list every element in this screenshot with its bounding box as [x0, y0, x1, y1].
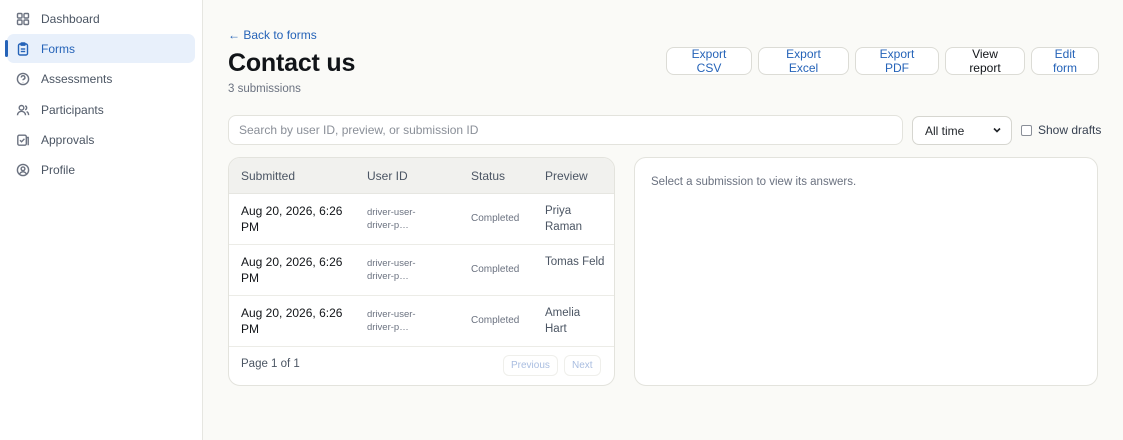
time-range-select[interactable]: All time: [912, 116, 1012, 145]
export-csv-button[interactable]: Export CSV: [666, 47, 752, 75]
submitted-cell: Aug 20, 2026, 6:26 PM: [241, 306, 343, 336]
previous-page-button[interactable]: Previous: [503, 355, 558, 376]
sidebar-item-participants[interactable]: Participants: [7, 95, 195, 124]
submitted-cell: Aug 20, 2026, 6:26 PM: [241, 255, 343, 285]
submission-count: 3 submissions: [228, 83, 301, 95]
sidebar-item-label: Forms: [41, 41, 75, 56]
sidebar-item-approvals[interactable]: Approvals: [7, 126, 195, 155]
submissions-table: Submitted User ID Status Preview Aug 20,…: [228, 157, 615, 386]
sidebar-item-label: Participants: [41, 102, 104, 117]
next-page-button[interactable]: Next: [564, 355, 601, 376]
clipboard-icon: [16, 42, 30, 56]
back-to-forms-link[interactable]: ← Back to forms: [228, 28, 317, 42]
export-pdf-button[interactable]: Export PDF: [855, 47, 939, 75]
page-indicator: Page 1 of 1: [241, 358, 300, 370]
chevron-down-icon: [993, 127, 1001, 133]
user-id-cell: driver-user-driver-p…: [367, 207, 416, 231]
approval-icon: [16, 133, 30, 147]
sidebar-item-forms[interactable]: Forms: [5, 34, 195, 64]
export-excel-button[interactable]: Export Excel: [758, 47, 849, 75]
sidebar-item-dashboard[interactable]: Dashboard: [7, 4, 195, 33]
help-circle-icon: [16, 72, 30, 86]
user-id-cell: driver-user-driver-p…: [367, 258, 416, 282]
grid-icon: [16, 12, 30, 26]
sidebar-item-label: Dashboard: [41, 11, 100, 26]
show-drafts-label: Show drafts: [1038, 123, 1102, 137]
sidebar-item-assessments[interactable]: Assessments: [7, 65, 195, 94]
table-row[interactable]: Aug 20, 2026, 6:26 PM driver-user-driver…: [229, 296, 614, 347]
main-content: ← Back to forms Contact us 3 submissions…: [203, 0, 1123, 440]
table-header: Submitted User ID Status Preview: [229, 158, 614, 194]
preview-cell: Amelia Hart: [545, 307, 581, 335]
pagination: Page 1 of 1 Previous Next: [229, 345, 614, 385]
sidebar: Dashboard Forms Assessments Participants…: [0, 0, 203, 440]
column-header-preview[interactable]: Preview: [545, 169, 588, 183]
empty-state-message: Select a submission to view its answers.: [651, 176, 857, 188]
submission-detail-panel: Select a submission to view its answers.: [634, 157, 1098, 386]
sidebar-item-profile[interactable]: Profile: [7, 156, 195, 185]
column-header-submitted[interactable]: Submitted: [241, 169, 295, 183]
user-circle-icon: [16, 163, 30, 177]
sidebar-item-label: Profile: [41, 163, 76, 178]
page-title: Contact us: [228, 49, 356, 77]
show-drafts-toggle[interactable]: Show drafts: [1021, 123, 1101, 137]
column-header-status[interactable]: Status: [471, 169, 505, 183]
submitted-cell: Aug 20, 2026, 6:26 PM: [241, 204, 343, 234]
users-icon: [16, 103, 30, 117]
sidebar-item-label: Assessments: [41, 72, 113, 87]
preview-cell: Tomas Feld: [545, 256, 605, 268]
status-cell: Completed: [471, 315, 520, 326]
column-header-user-id[interactable]: User ID: [367, 169, 408, 183]
status-cell: Completed: [471, 213, 520, 224]
status-cell: Completed: [471, 264, 520, 275]
table-row[interactable]: Aug 20, 2026, 6:26 PM driver-user-driver…: [229, 245, 614, 296]
user-id-cell: driver-user-driver-p…: [367, 309, 416, 333]
search-input[interactable]: [228, 115, 903, 145]
time-range-value: All time: [925, 123, 965, 138]
table-row[interactable]: Aug 20, 2026, 6:26 PM driver-user-driver…: [229, 194, 614, 245]
show-drafts-checkbox[interactable]: [1021, 124, 1032, 136]
edit-form-button[interactable]: Edit form: [1031, 47, 1099, 75]
preview-cell: Priya Raman: [545, 205, 583, 233]
view-report-button[interactable]: View report: [945, 47, 1025, 75]
sidebar-item-label: Approvals: [41, 133, 95, 148]
